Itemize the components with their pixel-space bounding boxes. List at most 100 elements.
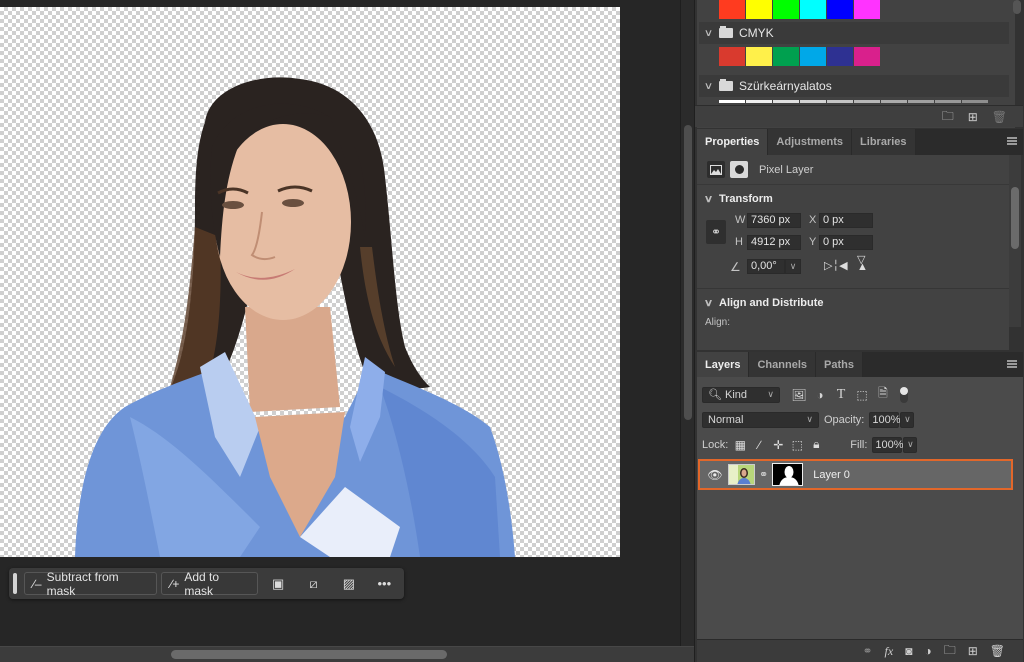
canvas-horizontal-scroll-thumb[interactable]	[171, 650, 447, 659]
color-swatch[interactable]	[908, 100, 934, 103]
color-swatch[interactable]	[719, 100, 745, 103]
layer-mask-icon[interactable]	[730, 161, 748, 178]
more-options-button[interactable]: •••	[369, 572, 400, 595]
tab-channels[interactable]: Channels	[749, 352, 816, 378]
tab-paths[interactable]: Paths	[816, 352, 863, 378]
swatches-scroll-thumb[interactable]	[1013, 0, 1021, 14]
x-field[interactable]: 0 px	[819, 213, 873, 228]
properties-kind-label: Pixel Layer	[759, 163, 814, 176]
invert-mask-button[interactable]: ⧄	[298, 572, 329, 595]
flip-vertical-icon[interactable]: ▽ ▲	[857, 255, 868, 273]
chevron-down-icon: ∨	[703, 193, 714, 205]
color-swatch[interactable]	[962, 100, 988, 103]
subtract-from-mask-button[interactable]: ∕‒ Subtract from mask	[23, 570, 158, 598]
layer-effects-fx-icon[interactable]: fx	[885, 644, 894, 659]
mask-settings-button[interactable]: ▨	[333, 572, 364, 595]
color-swatch[interactable]	[773, 0, 799, 19]
adjustment-layer-icon[interactable]: ◑	[924, 644, 931, 658]
color-swatch[interactable]	[746, 0, 772, 19]
color-swatch[interactable]	[773, 47, 799, 66]
add-to-mask-button[interactable]: ∕+ Add to mask	[161, 570, 259, 598]
color-swatch[interactable]	[719, 0, 745, 19]
taskbar-drag-handle[interactable]	[13, 573, 17, 594]
swatch-row-cmyk	[719, 47, 880, 66]
filter-toggle-icon[interactable]	[896, 386, 912, 403]
color-swatch[interactable]	[719, 47, 745, 66]
new-swatch-icon[interactable]: ⊞	[968, 110, 978, 124]
fill-dropdown[interactable]: ∨	[903, 436, 918, 453]
canvas-horizontal-scrollbar[interactable]	[0, 646, 694, 662]
add-mask-icon[interactable]: ◙	[905, 644, 912, 658]
width-field[interactable]: 7360 px	[747, 213, 801, 228]
lock-position-icon[interactable]: ✛	[771, 438, 785, 452]
filter-pixel-icon[interactable]: 🖼︎	[791, 388, 807, 402]
color-swatch[interactable]	[854, 47, 880, 66]
filter-shape-icon[interactable]: ⬚	[854, 388, 870, 402]
layer-thumbnail[interactable]	[728, 464, 755, 485]
lock-transparent-pixels-icon[interactable]: ▦	[733, 438, 747, 452]
angle-field[interactable]: 0,00°	[747, 259, 785, 274]
layer-mask-thumbnail[interactable]	[772, 463, 804, 486]
new-group-icon[interactable]: 🗀	[944, 641, 956, 662]
lock-artboard-icon[interactable]: ⬚	[790, 438, 804, 452]
color-swatch[interactable]	[773, 100, 799, 103]
filter-kind-dropdown[interactable]: 🔍︎ Kind ∨	[702, 386, 780, 403]
angle-dropdown[interactable]: ∨	[785, 259, 801, 274]
lock-image-pixels-icon[interactable]: ∕	[752, 438, 766, 452]
transform-section-header[interactable]: ∨ Transform	[703, 193, 773, 205]
color-swatch[interactable]	[800, 100, 826, 103]
layer-name: Layer 0	[813, 468, 850, 481]
color-swatch[interactable]	[746, 100, 772, 103]
align-title: Align and Distribute	[719, 297, 824, 309]
panel-menu-icon[interactable]	[1007, 360, 1017, 368]
mask-options-button[interactable]: ▣	[262, 572, 293, 595]
color-swatch[interactable]	[827, 47, 853, 66]
canvas-area[interactable]: ∕‒ Subtract from mask ∕+ Add to mask ▣ ⧄…	[0, 0, 680, 646]
color-swatch[interactable]	[854, 0, 880, 19]
link-layers-icon[interactable]: ⚭	[862, 644, 872, 658]
delete-swatch-icon[interactable]: 🗑	[992, 110, 1007, 124]
canvas-vertical-scroll-thumb[interactable]	[684, 125, 692, 420]
pixel-layer-icon[interactable]	[707, 161, 725, 178]
color-swatch[interactable]	[746, 47, 772, 66]
filter-smart-object-icon[interactable]: 🗎︎	[875, 386, 891, 402]
color-swatch[interactable]	[935, 100, 961, 103]
visibility-eye-icon[interactable]: 👁︎	[706, 468, 724, 482]
tab-properties[interactable]: Properties	[697, 129, 769, 155]
tab-layers[interactable]: Layers	[697, 352, 750, 378]
mask-link-icon[interactable]: ⚭	[759, 468, 768, 481]
filter-adjustment-icon[interactable]: ◑	[812, 388, 828, 402]
link-dimensions-button[interactable]: ⚭	[706, 220, 726, 244]
delete-layer-icon[interactable]: 🗑	[990, 644, 1005, 658]
blend-mode-dropdown[interactable]: Normal ∨	[702, 411, 819, 428]
layer-row[interactable]: 👁︎ ⚭ Layer 0	[698, 459, 1013, 490]
properties-scroll-thumb[interactable]	[1011, 187, 1019, 249]
properties-scrollbar[interactable]	[1009, 155, 1021, 327]
align-section-header[interactable]: ∨ Align and Distribute	[704, 297, 824, 309]
swatch-group-grayscale[interactable]: ∨ Szürkeárnyalatos	[699, 75, 1009, 97]
color-swatch[interactable]	[881, 100, 907, 103]
swatch-group-cmyk[interactable]: ∨ CMYK	[699, 22, 1009, 44]
opacity-field[interactable]: 100%	[869, 411, 901, 428]
new-group-folder-icon[interactable]: 🗀	[942, 107, 954, 128]
opacity-dropdown[interactable]: ∨	[900, 411, 915, 428]
canvas-vertical-scrollbar[interactable]	[680, 0, 694, 646]
height-field[interactable]: 4912 px	[747, 235, 801, 250]
panel-menu-icon[interactable]	[1007, 137, 1017, 145]
new-layer-icon[interactable]: ⊞	[968, 644, 978, 658]
transform-title: Transform	[719, 193, 773, 205]
color-swatch[interactable]	[854, 100, 880, 103]
flip-horizontal-icon[interactable]: ▷╎◀	[824, 259, 848, 272]
tab-adjustments[interactable]: Adjustments	[768, 129, 853, 155]
fill-field[interactable]: 100%	[872, 436, 904, 453]
color-swatch[interactable]	[800, 47, 826, 66]
color-swatch[interactable]	[800, 0, 826, 19]
color-swatch[interactable]	[827, 100, 853, 103]
color-swatch[interactable]	[827, 0, 853, 19]
align-label: Align:	[705, 317, 731, 328]
document-canvas[interactable]	[0, 7, 620, 557]
y-field[interactable]: 0 px	[819, 235, 873, 250]
filter-type-icon[interactable]: T	[833, 387, 849, 402]
tab-libraries[interactable]: Libraries	[852, 129, 916, 155]
lock-all-icon[interactable]: 🔒︎	[809, 437, 823, 452]
